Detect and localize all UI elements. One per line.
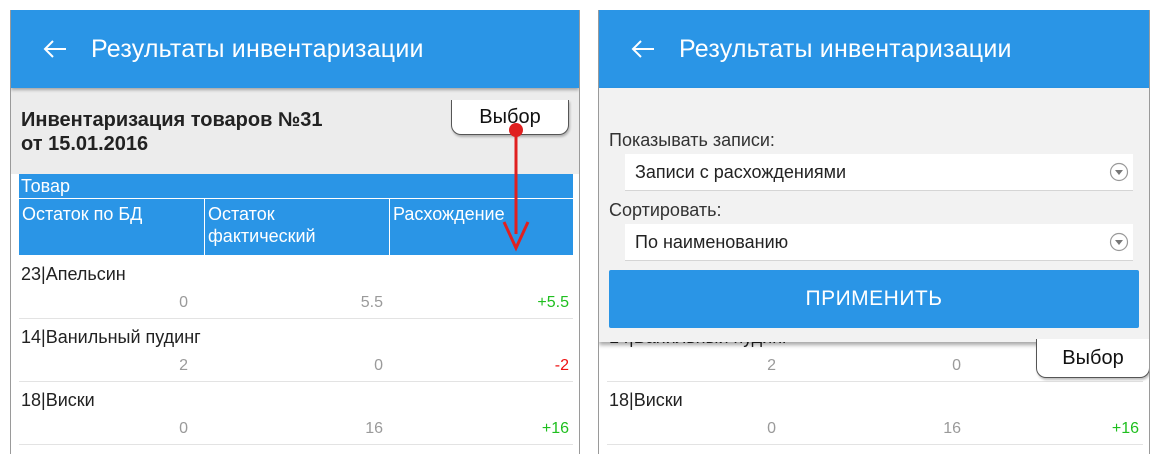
actual-stock-value: 0 — [374, 357, 383, 374]
db-stock-value: 2 — [767, 357, 776, 374]
drag-down-arrow-annotation — [502, 123, 530, 252]
product-name: 18|Виски — [609, 390, 683, 410]
screen-title: Результаты инвентаризации — [91, 34, 424, 63]
table-row[interactable]: 18|Виски 0 16 +16 — [607, 382, 1143, 445]
choose-button[interactable]: Выбор — [1036, 339, 1149, 378]
difference-value: +5.5 — [537, 294, 569, 311]
dropdown-icon — [1109, 232, 1129, 252]
actual-stock-value: 5.5 — [360, 294, 383, 311]
arrow-back-icon[interactable] — [43, 39, 67, 59]
sort-value: По наименованию — [635, 231, 789, 252]
show-records-value: Записи с расхождениями — [635, 161, 847, 182]
app-bar: Результаты инвентаризации — [11, 10, 579, 88]
table-row[interactable]: 18|Виски 0 16 +16 — [19, 382, 573, 445]
apply-button[interactable]: ПРИМЕНИТЬ — [609, 270, 1139, 328]
screen-title: Результаты инвентаризации — [679, 34, 1012, 63]
difference-value: +16 — [1111, 420, 1139, 437]
actual-stock-value: 16 — [365, 420, 383, 437]
sort-select[interactable]: По наименованию — [625, 224, 1133, 261]
inventory-results-screen: Результаты инвентаризации Инвентаризация… — [10, 10, 580, 454]
inventory-results-filter-screen: Результаты инвентаризации Показывать зап… — [598, 10, 1150, 454]
column-header-db-stock: Остаток по БД — [22, 204, 143, 224]
sort-label: Сортировать: — [609, 200, 722, 220]
document-title: Инвентаризация товаров №31 от 15.01.2016 — [21, 109, 323, 155]
show-records-select[interactable]: Записи с расхождениями — [625, 154, 1133, 191]
app-bar: Результаты инвентаризации — [599, 10, 1149, 88]
table-row[interactable]: 14|Ванильный пудинг 2 0 -2 — [19, 319, 573, 382]
actual-stock-value: 16 — [943, 420, 961, 437]
show-records-label: Показывать записи: — [609, 130, 775, 150]
filter-panel: Показывать записи: Записи с расхождениям… — [599, 88, 1149, 342]
actual-stock-value: 0 — [952, 357, 961, 374]
product-name: 23|Апельсин — [21, 264, 126, 284]
product-name: 14|Ванильный пудинг — [21, 327, 201, 347]
table-header-row: Остаток по БД Остаток фактический Расхож… — [19, 199, 573, 255]
db-stock-value: 2 — [179, 357, 188, 374]
table-row[interactable]: 23|Апельсин 0 5.5 +5.5 — [19, 256, 573, 319]
arrow-back-icon[interactable] — [631, 39, 655, 59]
db-stock-value: 0 — [767, 420, 776, 437]
product-name: 18|Виски — [21, 390, 95, 410]
dropdown-icon — [1109, 162, 1129, 182]
db-stock-value: 0 — [179, 294, 188, 311]
column-header-difference: Расхождение — [389, 199, 573, 255]
difference-value: +16 — [541, 420, 569, 437]
db-stock-value: 0 — [179, 420, 188, 437]
difference-value: -2 — [554, 357, 569, 374]
column-header-actual-stock: Остаток фактический — [204, 199, 389, 255]
column-header-product: Товар — [19, 174, 573, 199]
